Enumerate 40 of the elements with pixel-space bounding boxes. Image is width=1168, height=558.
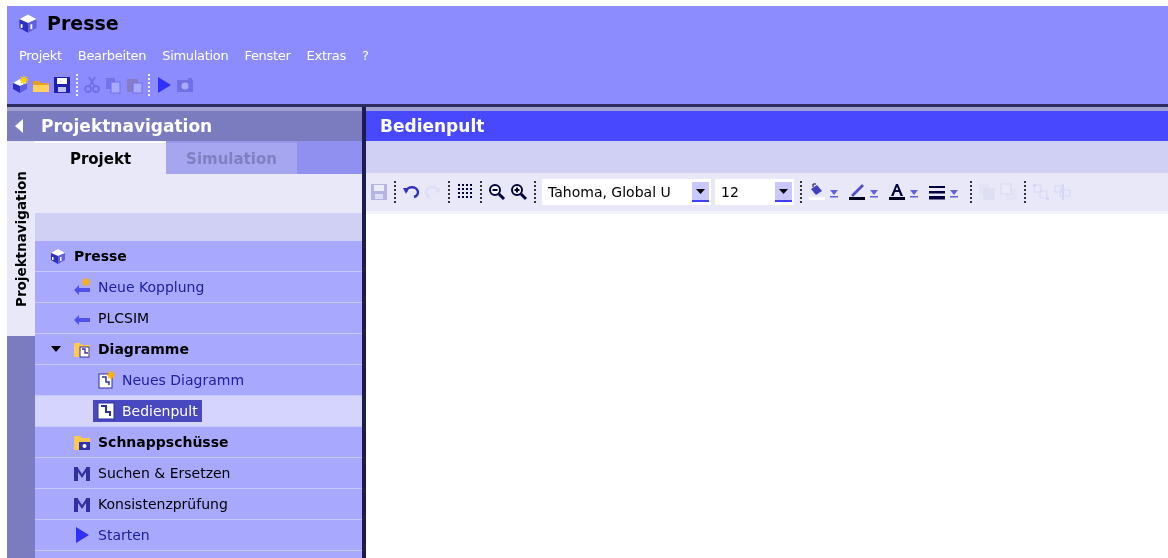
tree-item[interactable]: PLCSIM	[69, 307, 154, 329]
panel-title: Bedienpult	[380, 116, 485, 136]
line-style-icon[interactable]	[928, 183, 946, 201]
cube-icon	[49, 247, 67, 265]
panel-title: Projektnavigation	[41, 116, 213, 136]
tree-item[interactable]: Neue Kopplung	[69, 276, 209, 298]
diagram-icon	[97, 402, 115, 420]
size-select[interactable]: 12	[715, 179, 794, 205]
tree-item[interactable]: Neues Diagramm	[93, 369, 249, 391]
tree-item[interactable]: Diagramme	[69, 338, 193, 360]
zoom-in-icon[interactable]	[510, 183, 528, 201]
window-title: Presse	[47, 12, 119, 34]
play-icon[interactable]	[155, 76, 173, 94]
expand-arrow-icon[interactable]	[51, 346, 61, 352]
fill-color-icon[interactable]	[808, 183, 826, 201]
new-arrow-icon	[73, 278, 91, 296]
font-select[interactable]: Tahoma, Global U	[542, 179, 711, 205]
cube-icon	[17, 12, 39, 34]
tree-item[interactable]: Suchen & Ersetzen	[69, 462, 235, 484]
play-icon	[73, 526, 91, 544]
new-project-icon[interactable]	[11, 76, 29, 94]
tree-item[interactable]: Starten	[69, 524, 154, 546]
tree-item[interactable]: Schnappschüsse	[69, 431, 233, 453]
tree-item[interactable]: Bedienpult	[93, 400, 202, 422]
font-color-icon[interactable]	[888, 183, 906, 201]
grid-icon[interactable]	[456, 183, 474, 201]
snapshot-folder-icon	[73, 433, 91, 451]
caret-icon[interactable]	[779, 188, 788, 194]
zoom-out-icon[interactable]	[488, 183, 506, 201]
new-diagram-icon	[97, 371, 115, 389]
undo-icon[interactable]	[402, 183, 420, 201]
diagram-folder-icon	[73, 340, 91, 358]
side-tab[interactable]: Projektnavigation	[7, 141, 35, 336]
tree-item[interactable]: Presse	[45, 245, 131, 267]
tree-item[interactable]: Konsistenzprüfung	[69, 493, 232, 515]
tab[interactable]: Projekt	[35, 141, 166, 174]
caret-icon[interactable]	[696, 188, 705, 194]
line-color-icon[interactable]	[848, 183, 866, 201]
save-icon[interactable]	[53, 76, 71, 94]
collapse-icon[interactable]	[15, 119, 23, 133]
